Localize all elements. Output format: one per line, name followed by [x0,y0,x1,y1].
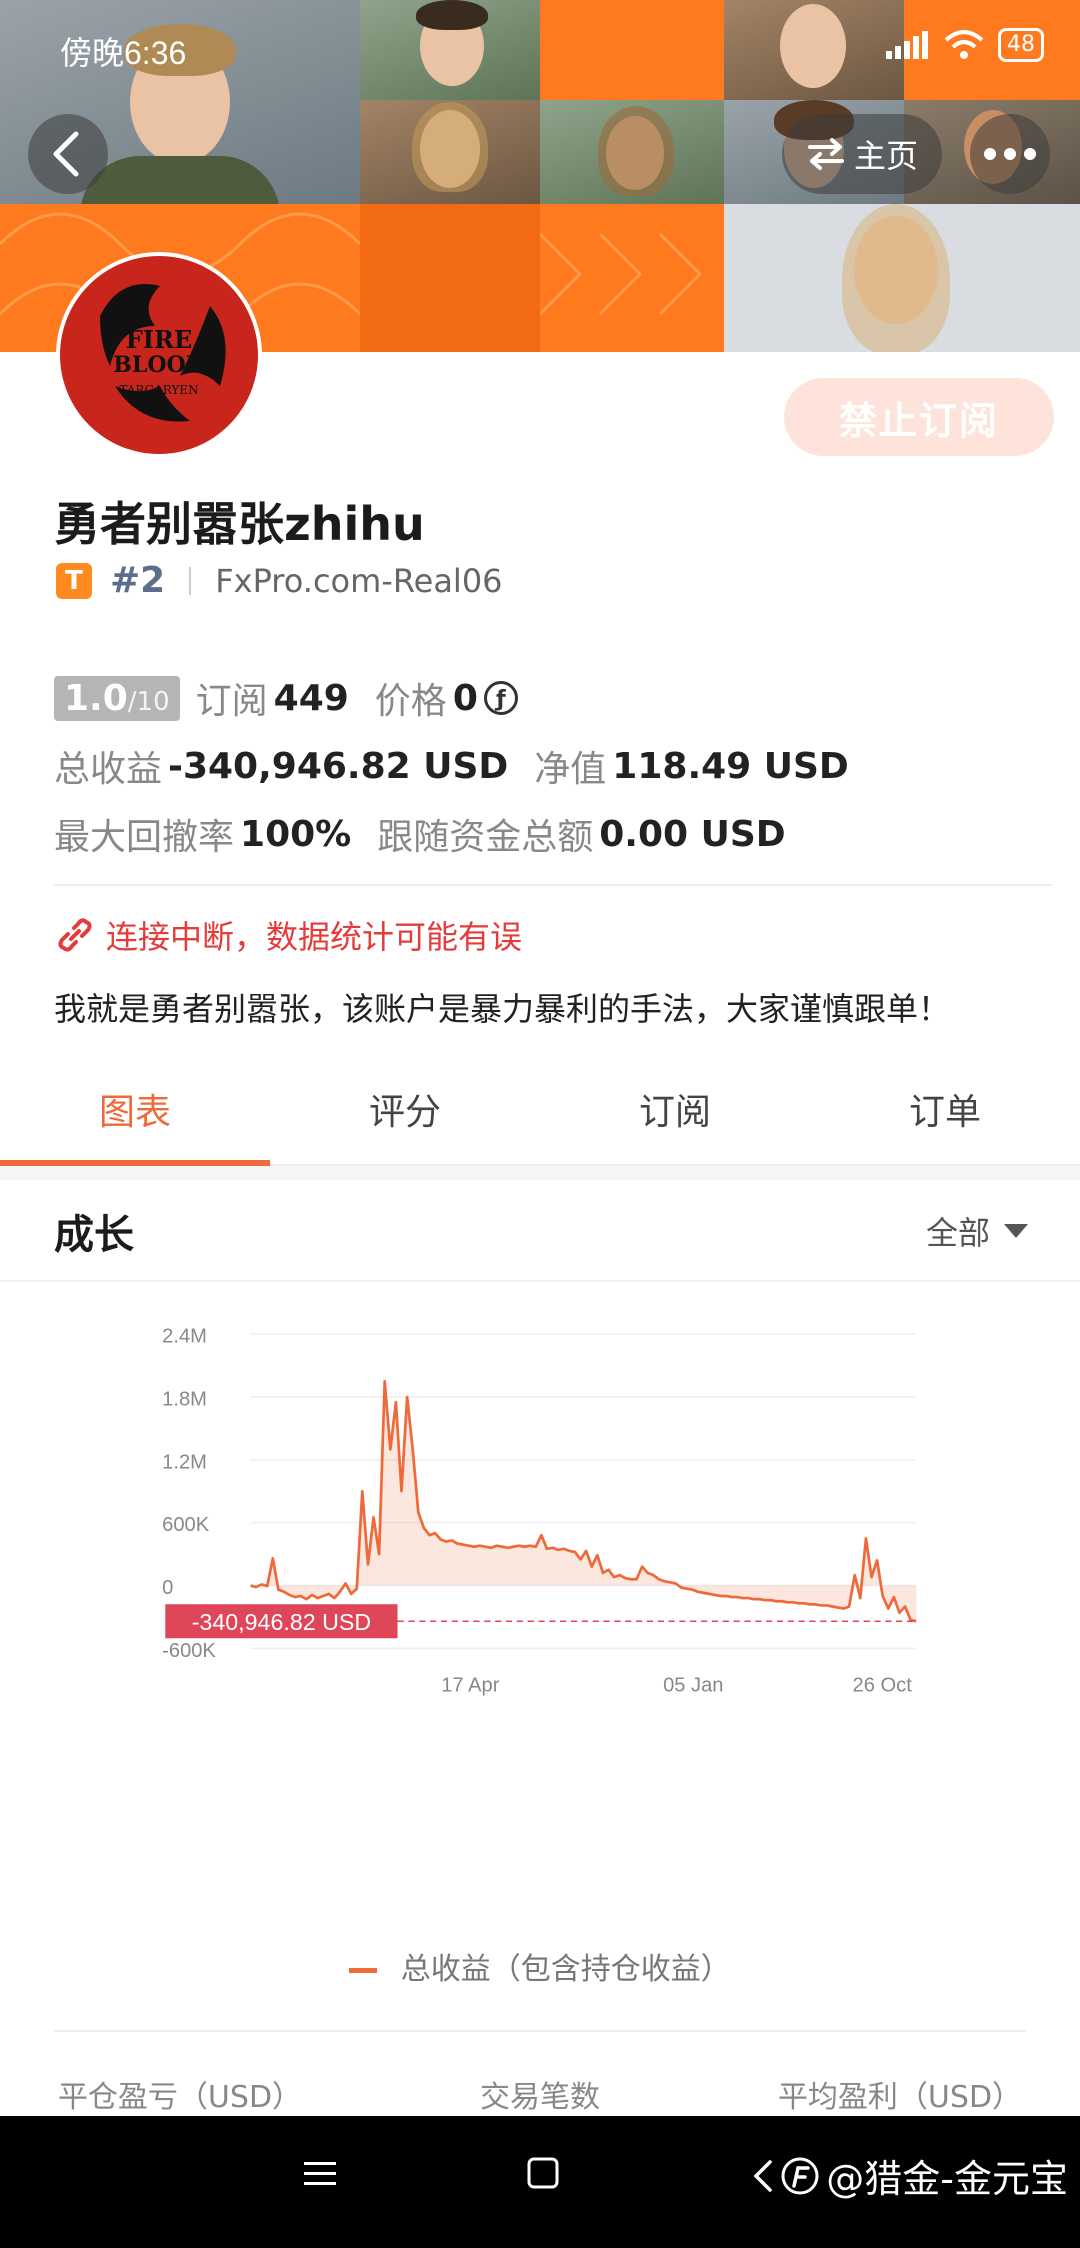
x-tick-label: 26 Oct [853,1675,913,1697]
banner-photo [724,204,1080,352]
avg-profit-label: 平均盈利（USD） [777,2080,1023,2115]
broker-account[interactable]: FxPro.com-Real06 [215,562,502,600]
disable-subscribe-button[interactable]: 禁止订阅 [784,378,1054,456]
coin-icon: ƒ [483,681,518,715]
range-value: 全部 [925,1214,990,1252]
menu-icon[interactable] [302,2156,338,2192]
price-label: 价格 [374,681,447,722]
banner-tile [540,0,724,100]
net-value-label: 净值 [534,749,607,790]
trade-count-label: 交易笔数 [480,2080,600,2115]
svg-text:FIRE: FIRE [126,325,193,354]
section-title: 成长 [54,1212,134,1258]
current-value-label: -340,946.82 USD [192,1609,371,1635]
subscribe-count: 449 [273,677,349,719]
tab-chart[interactable]: 图表 [0,1070,270,1166]
divider [54,2030,1026,2032]
drawdown-label: 最大回撤率 [54,817,235,858]
x-tick-label: 17 Apr [441,1675,499,1697]
rank-line: T #2 FxPro.com-Real06 [56,560,503,601]
broken-link-icon [58,918,92,952]
dot [984,148,996,160]
y-tick-label: 1.8M [162,1388,207,1410]
chevron-left-icon[interactable] [750,2158,774,2194]
banner-photo [360,0,540,100]
home-square-icon[interactable] [526,2156,560,2190]
stats-block: 1.0/10 订阅 449 价格 0 ƒ 总收益 -340,946.82 USD… [54,664,875,868]
divider [189,566,192,595]
tab-orders[interactable]: 订单 [810,1070,1080,1164]
profile-description: 我就是勇者别嚣张，该账户是暴力暴利的手法，大家谨慎跟单！ [54,990,951,1028]
svg-text:TARGARYEN: TARGARYEN [119,383,198,397]
caret-down-icon [1004,1224,1028,1238]
battery-icon: 48 [998,28,1044,62]
section-gap [0,1166,1080,1180]
signal-icon [886,31,928,59]
stat-row-score: 1.0/10 订阅 449 价格 0 ƒ [54,664,875,732]
dot [1004,148,1016,160]
total-profit-value: -340,946.82 USD [168,745,509,787]
chart-legend: 总收益（包含持仓收益） [0,1944,1080,1988]
legend-label: 总收益（包含持仓收益） [400,1952,731,1987]
dragon-logo-icon: FIRE BLOOD TARGARYEN [60,256,258,454]
divider [54,884,1052,886]
drawdown-value: 100% [240,813,352,855]
y-tick-label: -600K [162,1640,216,1662]
y-tick-label: 600K [162,1514,210,1536]
more-button[interactable] [970,114,1050,194]
follow-value: 0.00 USD [599,813,786,855]
watermark-text: @猎金-金元宝 [826,2157,1068,2201]
y-tick-label: 2.4M [162,1326,207,1348]
trader-name: 勇者别嚣张zhihu [54,497,425,551]
chevron-left-icon [53,131,79,177]
system-nav-bar: @猎金-金元宝 [0,2116,1080,2248]
warning-text: 连接中断，数据统计可能有误 [106,918,523,956]
tab-rating[interactable]: 评分 [270,1070,540,1164]
score-badge[interactable]: 1.0/10 [54,675,180,721]
follow-label: 跟随资金总额 [377,817,594,858]
home-button[interactable]: 主页 [782,114,942,194]
growth-header: 成长 全部 [0,1180,1080,1282]
watermark: @猎金-金元宝 [750,2148,1068,2203]
rank: #2 [110,560,166,601]
banner-tile [360,204,540,352]
net-value-value: 118.49 USD [612,745,849,787]
range-dropdown[interactable]: 全部 [926,1208,1028,1254]
legend-swatch [349,1968,378,1973]
price-value: 0 [452,677,478,719]
brand-logo-icon [781,2157,819,2194]
y-tick-label: 0 [162,1577,173,1599]
stat-row-drawdown: 最大回撤率 100% 跟随资金总额 0.00 USD [54,800,875,868]
status-time: 傍晚6:36 [60,35,187,71]
connection-warning: 连接中断，数据统计可能有误 [56,912,522,958]
tier-badge: T [56,562,92,599]
avatar[interactable]: FIRE BLOOD TARGARYEN [56,252,262,458]
home-label: 主页 [853,137,918,175]
wifi-icon [944,30,984,59]
y-tick-label: 1.2M [162,1451,207,1473]
stat-row-profit: 总收益 -340,946.82 USD 净值 118.49 USD [54,732,875,800]
banner-photo [360,100,540,204]
total-profit-label: 总收益 [54,749,163,790]
dot [1024,148,1036,160]
x-tick-label: 05 Jan [663,1675,723,1697]
subscribe-label: 订阅 [195,681,268,722]
tab-subscribe[interactable]: 订阅 [540,1070,810,1164]
tab-bar: 图表 评分 订阅 订单 [0,1070,1080,1166]
status-icons: 48 [886,28,1044,62]
banner-pattern [538,204,724,352]
growth-chart[interactable]: 2.4M 1.8M 1.2M 600K 0 -600K 17 Apr 05 Jan 26 Oct… [0,1300,1080,1780]
switch-icon [807,138,844,170]
back-button[interactable] [28,114,108,194]
banner-photo [540,100,724,204]
closed-pnl-label: 平仓盈亏（USD） [57,2080,303,2115]
summary-headers: 平仓盈亏（USD） 交易笔数 平均盈利（USD） [0,2072,1080,2116]
banner-photo [724,0,904,100]
svg-text:BLOOD: BLOOD [113,352,204,378]
